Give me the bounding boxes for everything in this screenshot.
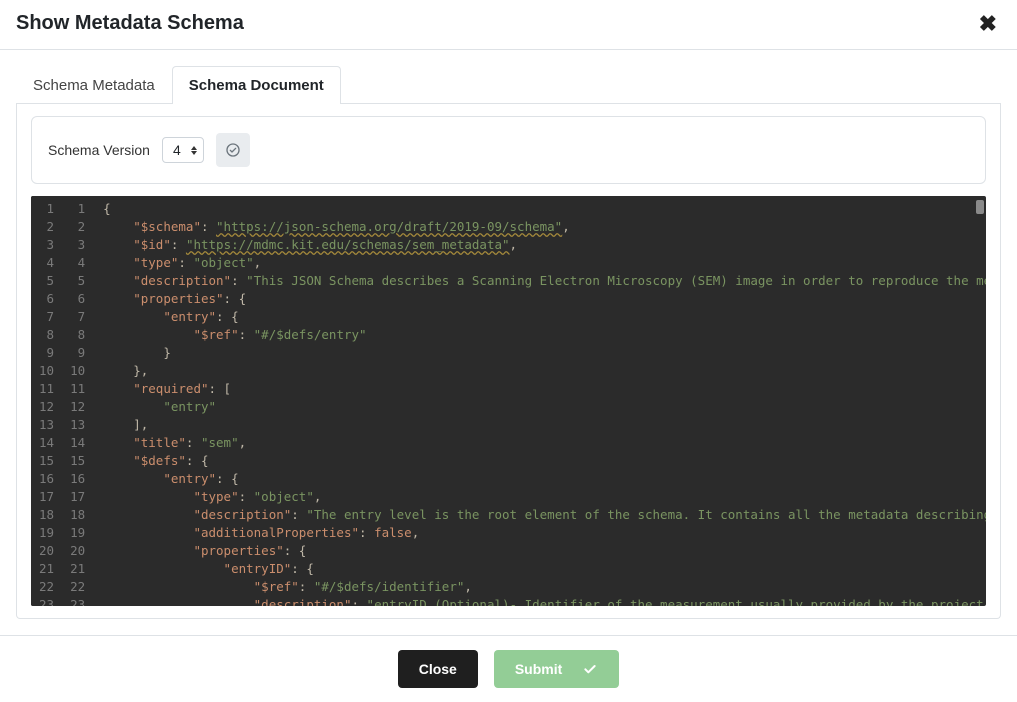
code-editor[interactable]: 1234567891011121314151617181920212223242… [31, 196, 986, 606]
code-line: "entryID": { [103, 560, 986, 578]
code-line: "additionalProperties": false, [103, 524, 986, 542]
tab-bar: Schema Metadata Schema Document [16, 66, 1001, 104]
scrollbar-thumb[interactable] [976, 200, 984, 214]
code-line: ], [103, 416, 986, 434]
code-line: "required": [ [103, 380, 986, 398]
code-line: "type": "object", [103, 488, 986, 506]
code-line: "properties": { [103, 542, 986, 560]
close-button[interactable]: Close [398, 650, 478, 688]
version-selected-value: 4 [173, 142, 181, 158]
code-line: "title": "sem", [103, 434, 986, 452]
tab-schema-document[interactable]: Schema Document [172, 66, 341, 104]
submit-button[interactable]: Submit [494, 650, 619, 688]
version-control-panel: Schema Version 4 [31, 116, 986, 184]
check-circle-icon [225, 142, 241, 158]
tab-schema-metadata[interactable]: Schema Metadata [16, 66, 172, 104]
code-line: "description": "This JSON Schema describ… [103, 272, 986, 290]
apply-version-button[interactable] [216, 133, 250, 167]
code-line: "$defs": { [103, 452, 986, 470]
version-select[interactable]: 4 [162, 137, 204, 163]
code-line: "$ref": "#/$defs/entry" [103, 326, 986, 344]
select-stepper-icon [191, 146, 197, 155]
code-line: "properties": { [103, 290, 986, 308]
modal-header: Show Metadata Schema ✖ [0, 0, 1017, 50]
close-icon[interactable]: ✖ [975, 13, 1001, 35]
modal-title: Show Metadata Schema [16, 12, 244, 35]
modal-footer: Close Submit [0, 635, 1017, 702]
code-line: "$id": "https://mdmc.kit.edu/schemas/sem… [103, 236, 986, 254]
code-line: }, [103, 362, 986, 380]
code-line: "type": "object", [103, 254, 986, 272]
check-icon [582, 661, 598, 677]
code-line: "$ref": "#/$defs/identifier", [103, 578, 986, 596]
code-line: "entry": { [103, 308, 986, 326]
code-line: "description": "The entry level is the r… [103, 506, 986, 524]
code-line: "entry": { [103, 470, 986, 488]
code-line: { [103, 200, 986, 218]
code-line: "$schema": "https://json-schema.org/draf… [103, 218, 986, 236]
code-line: "entry" [103, 398, 986, 416]
version-label: Schema Version [48, 142, 150, 158]
code-line: "description": "entryID (Optional)- Iden… [103, 596, 986, 606]
code-line: } [103, 344, 986, 362]
